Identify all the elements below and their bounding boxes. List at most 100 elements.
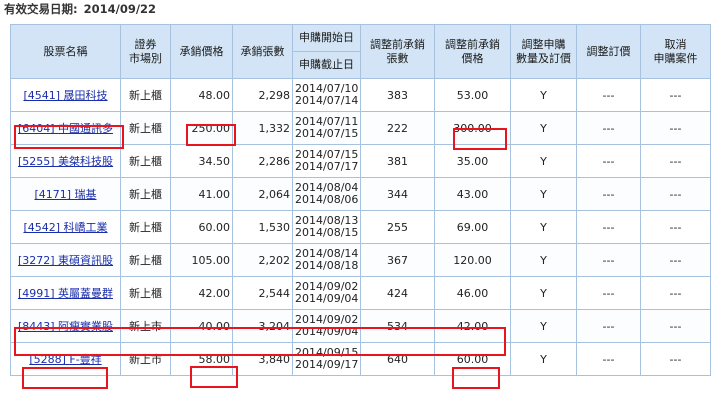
stock-code: [6404]: [17, 122, 55, 135]
market-cell: 新上櫃: [120, 210, 171, 244]
stock-link[interactable]: [4171] 瑞基: [34, 188, 96, 201]
cancel-cell: ---: [640, 243, 711, 277]
market-cell: 新上櫃: [120, 177, 171, 211]
stock-code: [5255]: [17, 155, 55, 168]
trade-date-line: 有效交易日期: 2014/09/22: [4, 2, 156, 16]
stock-link[interactable]: [4542] 科嶠工業: [23, 221, 107, 234]
set-price-cell: ---: [576, 78, 641, 112]
stock-name: F-豐祥: [69, 353, 102, 366]
market-cell: 新上櫃: [120, 111, 171, 145]
col-header-pre-price: 調整前承銷 價格: [434, 24, 511, 79]
col-header-market: 證券 市場別: [120, 24, 171, 79]
market-cell: 新上櫃: [120, 144, 171, 178]
pre-price-cell: 42.00: [434, 309, 511, 343]
col-header-start-date: 申購開始日: [292, 24, 361, 52]
col-header-adjust: 調整申購 數量及訂價: [510, 24, 577, 79]
trade-date-value: 2014/09/22: [83, 2, 157, 16]
subscription-dates-cell: 2014/08/13 2014/08/15: [292, 210, 361, 244]
shares-cell: 2,544: [232, 276, 293, 310]
subscription-dates-cell: 2014/09/02 2014/09/04: [292, 309, 361, 343]
stock-name-cell: [4171] 瑞基: [10, 177, 121, 211]
stock-name-cell: [4991] 英屬蓋曼群: [10, 276, 121, 310]
subscription-dates-cell: 2014/08/14 2014/08/18: [292, 243, 361, 277]
pre-shares-cell: 381: [360, 144, 435, 178]
end-date: 2014/09/17: [295, 358, 359, 371]
stock-link[interactable]: [3272] 東碩資訊股: [18, 254, 113, 267]
cancel-cell: ---: [640, 309, 711, 343]
price-cell: 60.00: [170, 210, 233, 244]
adjust-cell: Y: [510, 177, 577, 211]
cancel-cell: ---: [640, 111, 711, 145]
stock-name-cell: [4541] 晟田科技: [10, 78, 121, 112]
stock-name: 美桀科技股: [58, 155, 114, 168]
stock-name: 英屬蓋曼群: [58, 287, 114, 300]
price-cell: 58.00: [170, 342, 233, 376]
adjust-cell: Y: [510, 342, 577, 376]
table-row: [5255] 美桀科技股 新上櫃 34.50 2,286 2014/07/15 2014/…: [10, 144, 711, 178]
cancel-cell: ---: [640, 177, 711, 211]
col-header-shares: 承銷張數: [232, 24, 293, 79]
cancel-cell: ---: [640, 210, 711, 244]
cancel-cell: ---: [640, 78, 711, 112]
stock-name: 科嶠工業: [63, 221, 108, 234]
pre-price-cell: 35.00: [434, 144, 511, 178]
col-header-end-date: 申購截止日: [292, 51, 361, 79]
shares-cell: 3,204: [232, 309, 293, 343]
shares-cell: 2,202: [232, 243, 293, 277]
end-date: 2014/07/17: [295, 160, 359, 173]
pre-shares-cell: 383: [360, 78, 435, 112]
pre-shares-cell: 222: [360, 111, 435, 145]
col-header-pre-shares: 調整前承銷 張數: [360, 24, 435, 79]
trade-date-label: 有效交易日期:: [4, 2, 78, 16]
stock-link[interactable]: [6404] 中國通訊多: [18, 122, 113, 135]
set-price-cell: ---: [576, 111, 641, 145]
table-row: [4171] 瑞基 新上櫃 41.00 2,064 2014/08/04 2014/08/…: [10, 177, 711, 211]
stock-link[interactable]: [8443] 阿瘦實業股: [18, 320, 113, 333]
shares-cell: 2,298: [232, 78, 293, 112]
stock-code: [5288]: [29, 353, 66, 366]
stock-link[interactable]: [4991] 英屬蓋曼群: [18, 287, 113, 300]
adjust-cell: Y: [510, 309, 577, 343]
table-row: [5288] F-豐祥 新上市 58.00 3,840 2014/09/15 2014/0…: [10, 342, 711, 376]
stock-name: 瑞基: [74, 188, 97, 201]
pre-price-cell: 43.00: [434, 177, 511, 211]
end-date: 2014/08/06: [295, 193, 359, 206]
stock-link[interactable]: [4541] 晟田科技: [23, 89, 107, 102]
end-date: 2014/08/18: [295, 259, 359, 272]
stock-name: 東碩資訊股: [58, 254, 114, 267]
adjust-cell: Y: [510, 243, 577, 277]
end-date: 2014/07/14: [295, 94, 359, 107]
stock-name: 晟田科技: [63, 89, 108, 102]
pre-shares-cell: 344: [360, 177, 435, 211]
subscription-dates-cell: 2014/07/15 2014/07/17: [292, 144, 361, 178]
set-price-cell: ---: [576, 342, 641, 376]
stock-name-cell: [6404] 中國通訊多: [10, 111, 121, 145]
set-price-cell: ---: [576, 309, 641, 343]
pre-shares-cell: 255: [360, 210, 435, 244]
set-price-cell: ---: [576, 177, 641, 211]
col-header-set-price: 調整訂價: [576, 24, 641, 79]
stock-link[interactable]: [5288] F-豐祥: [29, 353, 101, 366]
col-header-stock-name: 股票名稱: [10, 24, 121, 79]
col-header-cancel: 取消 申購案件: [640, 24, 711, 79]
stock-link[interactable]: [5255] 美桀科技股: [18, 155, 113, 168]
shares-cell: 1,332: [232, 111, 293, 145]
pre-price-cell: 120.00: [434, 243, 511, 277]
price-cell: 41.00: [170, 177, 233, 211]
pre-price-cell: 53.00: [434, 78, 511, 112]
pre-shares-cell: 367: [360, 243, 435, 277]
price-cell: 42.00: [170, 276, 233, 310]
stock-name-cell: [4542] 科嶠工業: [10, 210, 121, 244]
subscription-dates-cell: 2014/09/15 2014/09/17: [292, 342, 361, 376]
stock-code: [4171]: [34, 188, 72, 201]
set-price-cell: ---: [576, 210, 641, 244]
adjust-cell: Y: [510, 276, 577, 310]
market-cell: 新上市: [120, 342, 171, 376]
pre-price-cell: 46.00: [434, 276, 511, 310]
shares-cell: 2,286: [232, 144, 293, 178]
end-date: 2014/09/04: [295, 292, 359, 305]
adjust-cell: Y: [510, 210, 577, 244]
market-cell: 新上櫃: [120, 276, 171, 310]
shares-cell: 2,064: [232, 177, 293, 211]
cancel-cell: ---: [640, 144, 711, 178]
